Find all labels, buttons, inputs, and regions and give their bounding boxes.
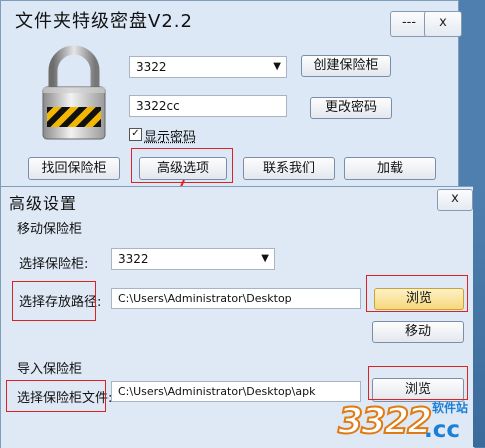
vault-select[interactable]: 3322 ▼ [129,56,287,78]
vault-file-field[interactable]: C:\Users\Administrator\Desktop\apk [111,381,361,402]
storage-path-field[interactable]: C:\Users\Administrator\Desktop [111,288,361,309]
watermark-brand: 3322 [337,400,433,443]
main-titlebar: 文件夹特级密盘V2.2 --- x [1,1,462,37]
advanced-window-title: 高级设置 [9,194,78,213]
password-value: 3322cc [136,99,180,113]
minimize-button[interactable]: --- [390,11,428,37]
storage-path-value: C:\Users\Administrator\Desktop [118,292,292,305]
advanced-vault-select-value: 3322 [118,252,149,266]
close-button[interactable]: x [424,11,462,37]
chevron-down-icon: ▼ [261,253,269,264]
load-button[interactable]: 加载 [344,157,436,180]
move-button[interactable]: 移动 [372,321,464,343]
watermark-logo: 3322 .cc 软件站 [337,400,485,447]
highlight-file-label [6,380,106,412]
watermark-tag: 软件站 [432,401,469,415]
main-window-title: 文件夹特级密盘V2.2 [15,11,193,32]
show-password-checkbox[interactable]: ✓ [129,128,142,141]
highlight-browse-file [368,366,468,400]
create-vault-button[interactable]: 创建保险柜 [301,55,391,77]
padlock-icon [42,45,106,140]
highlight-path-label [12,281,96,321]
recover-vault-button[interactable]: 找回保险柜 [28,157,120,180]
password-field[interactable]: 3322cc [129,95,287,117]
watermark-suffix: .cc [424,417,461,443]
highlight-browse-path [366,275,468,312]
advanced-vault-select[interactable]: 3322 ▼ [111,248,275,270]
chevron-down-icon: ▼ [273,61,281,72]
change-password-button[interactable]: 更改密码 [310,97,392,119]
vault-select-value: 3322 [136,60,167,74]
select-vault-label: 选择保险柜: [19,257,89,272]
import-section-heading: 导入保险柜 [17,362,83,377]
show-password-label: 显示密码 [144,130,197,145]
advanced-close-button[interactable]: x [437,189,473,211]
move-section-heading: 移动保险柜 [17,222,83,237]
vault-file-value: C:\Users\Administrator\Desktop\apk [118,385,316,398]
contact-us-button[interactable]: 联系我们 [243,157,335,180]
